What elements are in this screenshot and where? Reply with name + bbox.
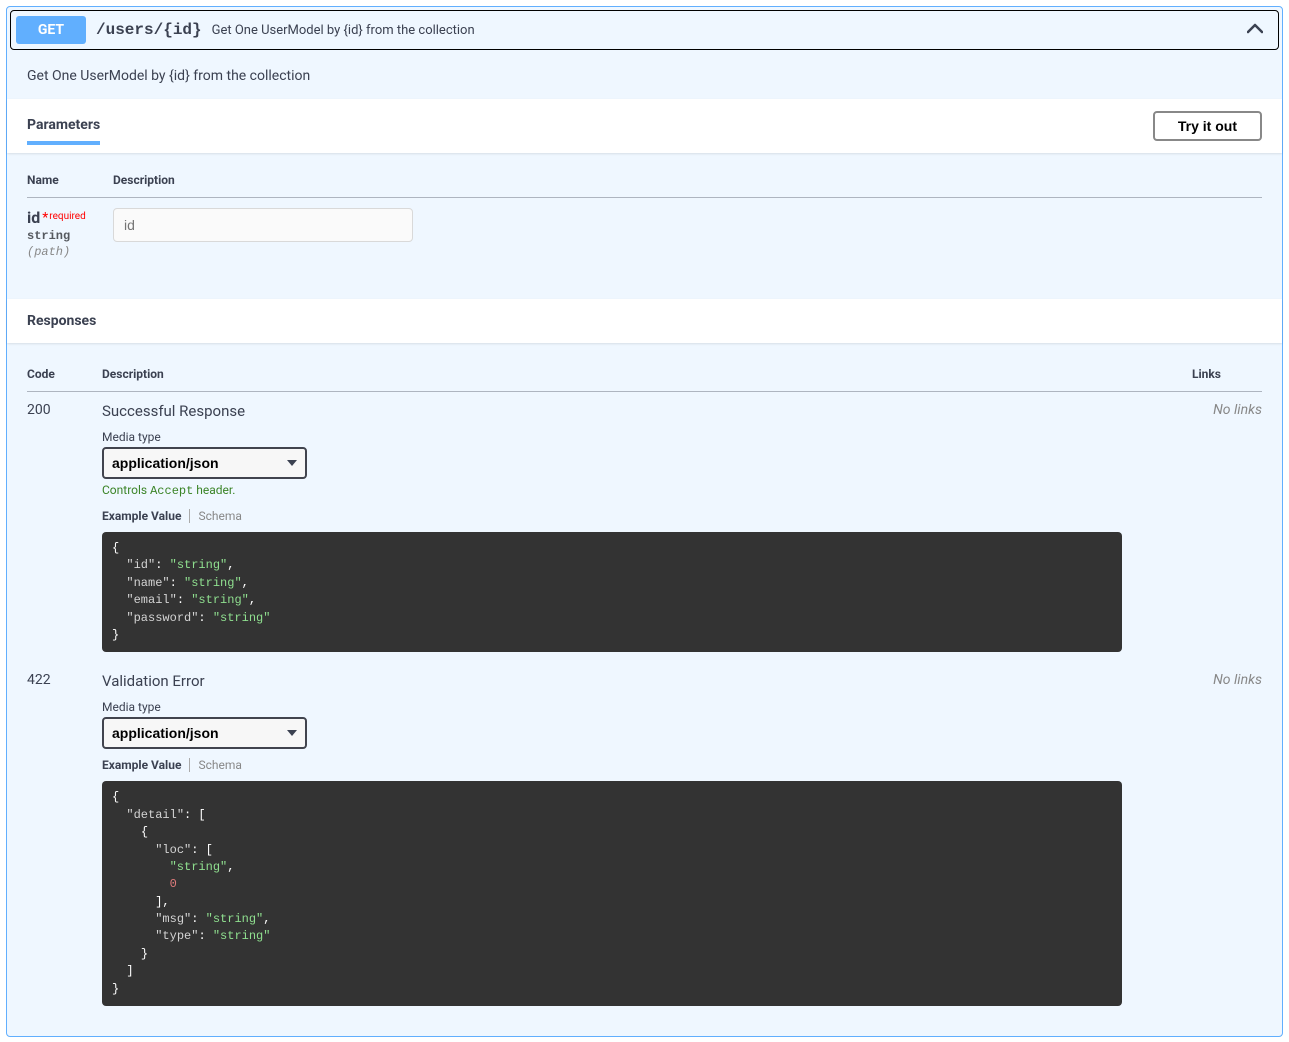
media-type-select[interactable]: application/json bbox=[102, 447, 307, 479]
media-type-select[interactable]: application/json bbox=[102, 717, 307, 749]
example-schema-tabs: Example Value Schema bbox=[102, 757, 1192, 773]
param-input[interactable] bbox=[113, 208, 413, 242]
parameters-table: Name Description idrequired string(path) bbox=[27, 163, 1262, 269]
media-type-label: Media type bbox=[102, 430, 1192, 444]
response-links: No links bbox=[1192, 662, 1262, 1016]
responses-title: Responses bbox=[27, 313, 1262, 329]
operation-block: GET /users/{id} Get One UserModel by {id… bbox=[6, 6, 1283, 1037]
param-type: string bbox=[27, 227, 113, 245]
response-code: 422 bbox=[27, 662, 102, 1016]
endpoint-summary: Get One UserModel by {id} from the colle… bbox=[212, 23, 1237, 38]
param-header-description: Description bbox=[113, 163, 1262, 198]
example-code-block: { "detail": [ { "loc": [ "string", 0 ], … bbox=[102, 781, 1122, 1006]
accept-header-note: Controls Accept header. bbox=[102, 483, 1192, 498]
tab-example-value[interactable]: Example Value bbox=[102, 758, 181, 772]
tab-schema[interactable]: Schema bbox=[198, 509, 241, 523]
parameter-row: idrequired string(path) bbox=[27, 198, 1262, 270]
media-type-label: Media type bbox=[102, 700, 1192, 714]
response-header-code: Code bbox=[27, 353, 102, 392]
example-schema-tabs: Example Value Schema bbox=[102, 508, 1192, 524]
responses-table: Code Description Links 200Successful Res… bbox=[27, 353, 1262, 1016]
param-in: (path) bbox=[27, 245, 113, 259]
tab-schema[interactable]: Schema bbox=[198, 758, 241, 772]
tab-example-value[interactable]: Example Value bbox=[102, 509, 181, 523]
parameters-tab[interactable]: Parameters bbox=[27, 107, 100, 145]
operation-body: Get One UserModel by {id} from the colle… bbox=[7, 53, 1282, 1016]
parameters-header: Parameters Try it out bbox=[7, 99, 1282, 153]
responses-header: Responses bbox=[7, 299, 1282, 343]
response-header-links: Links bbox=[1192, 353, 1262, 392]
response-code: 200 bbox=[27, 392, 102, 663]
operation-summary[interactable]: GET /users/{id} Get One UserModel by {id… bbox=[10, 10, 1279, 50]
param-required-badge: required bbox=[40, 211, 86, 222]
http-method-badge: GET bbox=[16, 16, 86, 44]
response-description: Successful Response bbox=[102, 402, 1192, 420]
collapse-icon[interactable] bbox=[1237, 22, 1273, 38]
response-links: No links bbox=[1192, 392, 1262, 663]
param-name: id bbox=[27, 208, 40, 227]
endpoint-path: /users/{id} bbox=[86, 21, 212, 39]
operation-description: Get One UserModel by {id} from the colle… bbox=[7, 53, 1282, 99]
example-code-block: { "id": "string", "name": "string", "ema… bbox=[102, 532, 1122, 652]
response-description: Validation Error bbox=[102, 672, 1192, 690]
response-row: 422Validation Error Media type application… bbox=[27, 662, 1262, 1016]
response-row: 200Successful Response Media type applicat… bbox=[27, 392, 1262, 663]
try-it-out-button[interactable]: Try it out bbox=[1153, 111, 1262, 141]
param-header-name: Name bbox=[27, 163, 113, 198]
response-header-description: Description bbox=[102, 353, 1192, 392]
